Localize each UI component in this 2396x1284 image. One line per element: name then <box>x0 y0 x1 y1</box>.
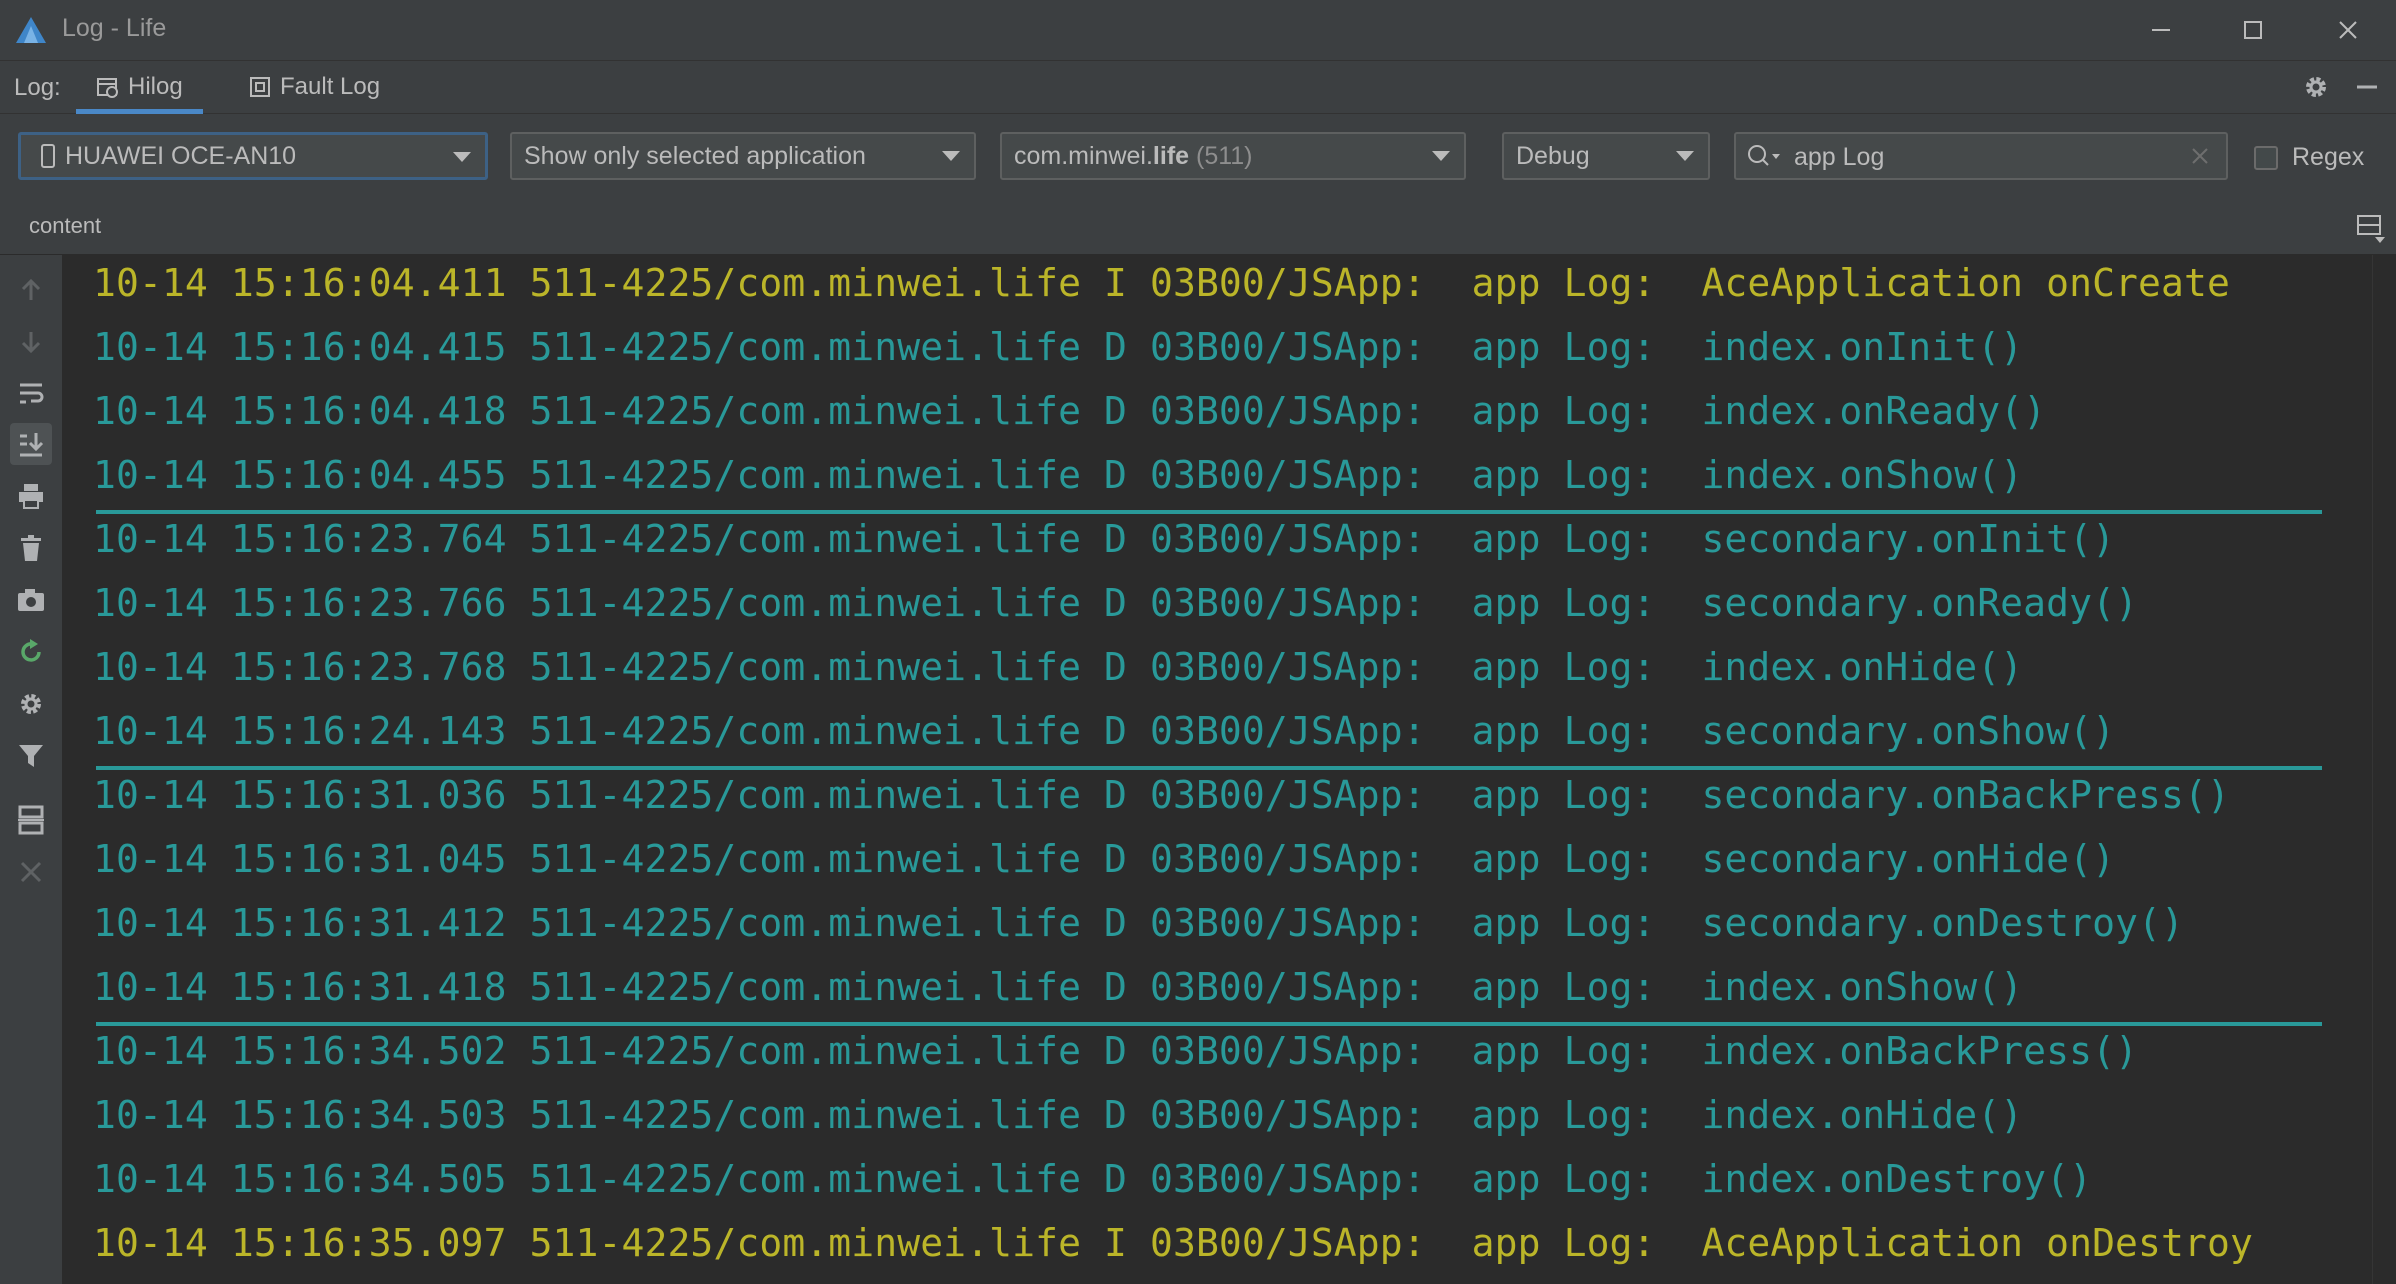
maximize-icon <box>2244 21 2262 39</box>
chevron-down-icon <box>453 152 471 162</box>
log-line: 10-14 15:16:31.045 511-4225/com.minwei.l… <box>93 837 2116 881</box>
log-line: 10-14 15:16:31.412 511-4225/com.minwei.l… <box>93 901 2184 945</box>
log-line: 10-14 15:16:34.503 511-4225/com.minwei.l… <box>93 1093 2024 1137</box>
restart-button[interactable] <box>10 631 52 673</box>
log-column-header: content <box>0 198 2396 255</box>
restart-icon <box>21 639 41 662</box>
log-line: 10-14 15:16:04.455 511-4225/com.minwei.l… <box>93 453 2024 497</box>
tab-hilog-label: Hilog <box>128 73 183 100</box>
log-line: 10-14 15:16:04.418 511-4225/com.minwei.l… <box>93 389 2047 433</box>
filter-icon <box>19 745 43 767</box>
regex-label: Regex <box>2292 143 2365 171</box>
fault-log-icon <box>250 77 270 97</box>
process-select-value: com.minwei.life (511) <box>1014 141 1253 170</box>
search-input[interactable]: app Log <box>1734 132 2228 180</box>
settings-side-button[interactable] <box>10 683 52 725</box>
clear-log-button[interactable] <box>10 527 52 569</box>
chevron-down-icon <box>1432 151 1450 161</box>
close-icon <box>20 861 42 883</box>
window-title: Log - Life <box>62 14 167 42</box>
chevron-down-icon <box>1676 151 1694 161</box>
log-line: 10-14 15:16:23.764 511-4225/com.minwei.l… <box>93 517 2116 561</box>
gear-icon <box>2306 77 2326 97</box>
deveco-logo-icon <box>15 16 47 48</box>
log-separator <box>96 1022 2322 1026</box>
minimize-icon <box>2152 29 2170 31</box>
print-button[interactable] <box>10 475 52 517</box>
device-select[interactable]: HUAWEI OCE-AN10 <box>18 132 488 180</box>
filter-toolbar: HUAWEI OCE-AN10 Show only selected appli… <box>0 114 2396 198</box>
soft-wrap-button[interactable] <box>10 373 52 415</box>
search-input-value: app Log <box>1794 143 1885 171</box>
soft-wrap-icon <box>20 383 44 404</box>
clear-search-icon[interactable] <box>2190 146 2210 166</box>
scroll-up-icon <box>21 278 41 300</box>
phone-icon <box>41 144 55 168</box>
log-line: 10-14 15:16:24.143 511-4225/com.minwei.l… <box>93 709 2116 753</box>
tab-hilog[interactable]: Hilog <box>76 61 203 114</box>
log-line: 10-14 15:16:23.766 511-4225/com.minwei.l… <box>93 581 2139 625</box>
log-level-select[interactable]: Debug <box>1502 132 1710 180</box>
tab-fault-log-label: Fault Log <box>280 73 381 100</box>
scroll-to-end-button[interactable] <box>10 423 52 465</box>
log-side-toolbar <box>0 255 63 1284</box>
log-line: 10-14 15:16:34.502 511-4225/com.minwei.l… <box>93 1029 2139 1073</box>
log-level-value: Debug <box>1516 141 1590 170</box>
log-label: Log: <box>14 74 61 101</box>
log-separator <box>96 766 2322 770</box>
screenshot-button[interactable] <box>10 579 52 621</box>
column-settings-icon[interactable] <box>2356 214 2386 244</box>
regex-checkbox[interactable]: Regex <box>2254 143 2364 172</box>
print-icon <box>19 484 43 509</box>
filter-button[interactable] <box>10 735 52 777</box>
settings-button[interactable] <box>2302 73 2332 103</box>
hide-panel-button[interactable] <box>2354 73 2384 103</box>
log-line: 10-14 15:16:34.505 511-4225/com.minwei.l… <box>93 1157 2093 1201</box>
scroll-down-icon <box>21 332 41 354</box>
minimize-button[interactable] <box>2116 0 2206 60</box>
clear-log-icon <box>21 535 41 561</box>
checkbox-box[interactable] <box>2254 145 2278 170</box>
process-select[interactable]: com.minwei.life (511) <box>1000 132 1466 180</box>
minimize-panel-icon <box>2357 85 2377 89</box>
column-content-header: content <box>29 213 102 238</box>
device-select-value: HUAWEI OCE-AN10 <box>65 141 297 170</box>
log-line: 10-14 15:16:04.415 511-4225/com.minwei.l… <box>93 325 2024 369</box>
log-tab-bar: Log: Hilog Fault Log <box>0 60 2396 114</box>
screenshot-icon <box>18 589 44 611</box>
hilog-icon <box>97 78 118 98</box>
scope-select-value: Show only selected application <box>524 141 866 170</box>
tab-fault-log[interactable]: Fault Log <box>244 61 384 113</box>
log-line: 10-14 15:16:31.036 511-4225/com.minwei.l… <box>93 773 2230 817</box>
maximize-button[interactable] <box>2208 0 2298 60</box>
log-output[interactable]: 10-14 15:16:04.411 511-4225/com.minwei.l… <box>62 255 2372 1284</box>
log-separator <box>96 510 2322 514</box>
log-line: 10-14 15:16:35.097 511-4225/com.minwei.l… <box>93 1221 2253 1265</box>
search-icon <box>1748 145 1780 166</box>
title-bar: Log - Life <box>0 0 2396 60</box>
scroll-to-end-icon <box>20 433 44 457</box>
close-icon <box>2339 21 2357 39</box>
scroll-down-button[interactable] <box>10 321 52 363</box>
split-view-button[interactable] <box>10 799 52 841</box>
log-line: 10-14 15:16:31.418 511-4225/com.minwei.l… <box>93 965 2024 1009</box>
log-line: 10-14 15:16:04.411 511-4225/com.minwei.l… <box>93 261 2230 305</box>
close-window-button[interactable] <box>2303 0 2393 60</box>
vertical-scrollbar[interactable] <box>2372 255 2396 1284</box>
gear-icon <box>21 694 41 714</box>
chevron-down-icon <box>942 151 960 161</box>
scope-select[interactable]: Show only selected application <box>510 132 976 180</box>
log-line: 10-14 15:16:23.768 511-4225/com.minwei.l… <box>93 645 2024 689</box>
scroll-up-button[interactable] <box>10 269 52 311</box>
close-log-button[interactable] <box>10 851 52 893</box>
split-icon <box>18 805 44 835</box>
